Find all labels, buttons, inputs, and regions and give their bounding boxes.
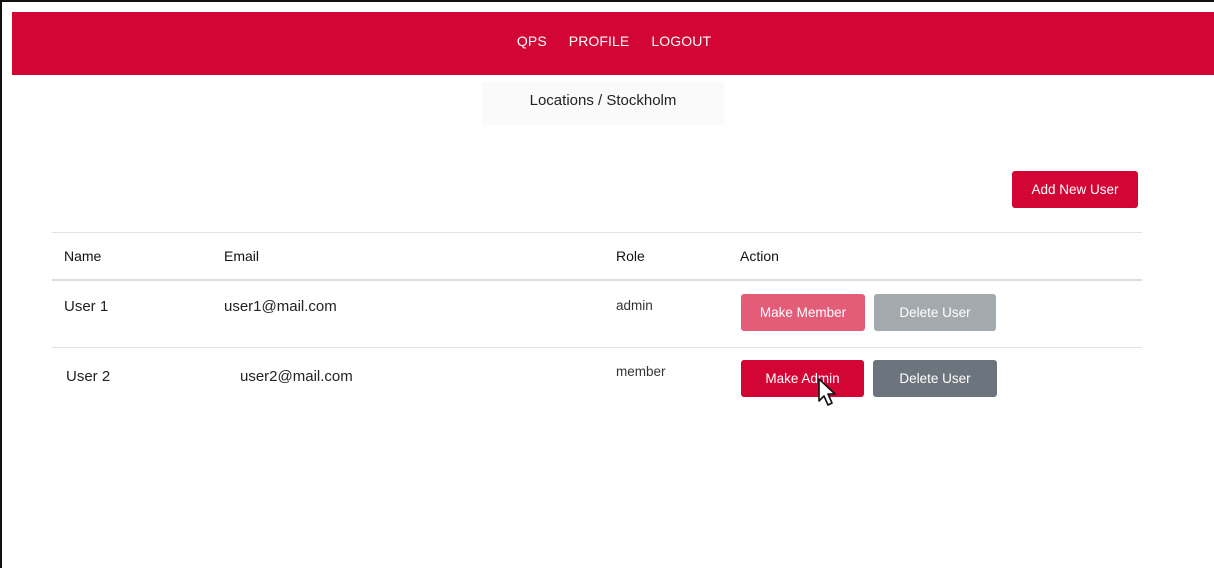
table-top-divider — [52, 232, 1142, 233]
column-header-email: Email — [224, 248, 260, 264]
app-frame: QPS PROFILE LOGOUT Locations / Stockholm… — [0, 0, 1214, 568]
user-role: member — [616, 364, 666, 379]
user-name: User 1 — [64, 298, 109, 315]
column-header-role: Role — [616, 248, 645, 264]
make-admin-button[interactable]: Make Admin — [741, 360, 864, 397]
header-divider — [52, 279, 1142, 281]
user-email: user1@mail.com — [224, 298, 337, 315]
user-email: user2@mail.com — [240, 368, 353, 385]
row-divider — [52, 347, 1142, 348]
make-member-button[interactable]: Make Member — [741, 294, 865, 331]
nav-link-profile[interactable]: PROFILE — [569, 33, 630, 49]
breadcrumb: Locations / Stockholm — [482, 82, 724, 125]
user-name: User 2 — [66, 368, 111, 385]
column-header-action: Action — [740, 248, 779, 264]
top-navbar: QPS PROFILE LOGOUT — [12, 12, 1214, 75]
add-new-user-button[interactable]: Add New User — [1012, 171, 1138, 208]
nav-link-qps[interactable]: QPS — [517, 33, 547, 49]
delete-user-button[interactable]: Delete User — [874, 294, 996, 331]
column-header-name: Name — [64, 248, 102, 264]
nav-link-logout[interactable]: LOGOUT — [651, 33, 711, 49]
delete-user-button[interactable]: Delete User — [873, 360, 997, 397]
user-role: admin — [616, 298, 653, 313]
